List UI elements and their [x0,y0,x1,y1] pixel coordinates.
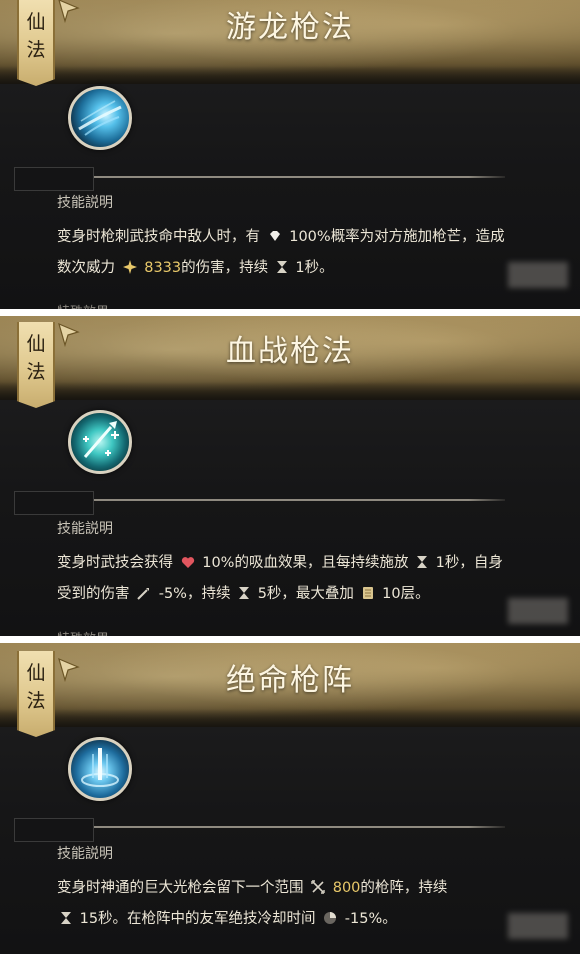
desc-text: 5秒，最大叠加 [257,586,354,602]
tag-char-2: 法 [26,361,46,383]
tag-char-1: 仙 [26,333,46,355]
desc-text: 15秒。在枪阵中的友军绝技冷却时间 [79,911,316,927]
hourglass-icon [61,912,71,924]
blurred-overlay [508,598,568,624]
damage-reduction-value: -5%，持续 [158,586,231,602]
tag-char-2: 法 [26,690,46,712]
desc-text: 变身时神通的巨大光枪会留下一个范围 [57,880,304,896]
skill-description: 变身时武技会获得 10%的吸血效果，且每持续施放 1秒，自身 受到的伤害 -5%… [57,548,547,610]
tag-char-1: 仙 [26,662,46,684]
skill-icon-swift-dragon[interactable] [68,86,132,150]
section-label: 技能説明 [57,846,113,862]
tag-char-2: 法 [26,39,46,61]
stack-icon [362,587,373,599]
heart-icon [181,557,194,568]
desc-line-1: 变身时武技会获得 10%的吸血效果，且每持续施放 1秒，自身 [57,548,547,579]
section-divider [50,826,505,828]
category-tag: 仙 法 [17,322,55,408]
cursor-arrow-icon [58,0,80,24]
range-icon [311,880,325,894]
desc-text: 变身时武技会获得 [57,555,173,571]
category-tag: 仙 法 [17,0,55,86]
section-label: 技能説明 [57,195,113,211]
next-section-label: 特殊效果 [57,628,109,636]
hourglass-icon [239,587,250,599]
chance-value: 100% [289,229,331,245]
desc-line-1: 变身时神通的巨大光枪会留下一个范围 800的枪阵，持续 [57,873,547,904]
cursor-arrow-icon [58,322,80,348]
skill-title: 绝命枪阵 [226,663,354,698]
duration-value: 1秒。 [295,260,334,276]
desc-text: 的吸血效果，且每持续施放 [234,555,409,571]
spear-strike-icon [78,100,122,136]
desc-text: 的枪阵，持续 [360,880,448,896]
category-tag: 仙 法 [17,651,55,737]
hourglass-icon [417,556,428,568]
interval-value: 1秒，自身 [435,555,503,571]
skill-panel-3: 绝命枪阵 仙 法 技能説明 变身时神通的巨大光枪会留下一个范围 800的枪阵，持… [0,643,580,954]
desc-text: 的伤害，持续 [181,260,269,276]
skill-title: 游龙枪法 [226,10,354,45]
spear-array-icon [81,748,119,787]
decorative-box [14,491,94,515]
section-divider [50,176,505,178]
cooldown-icon [324,912,337,924]
gem-icon [269,231,280,241]
desc-text: 变身时枪刺武技命中敌人时，有 [57,229,260,245]
power-value: 8333 [144,260,182,276]
panel-header: 血战枪法 [0,316,580,400]
desc-text: 概率为对方施加枪芒，造成 [330,229,505,245]
skill-panel-1: 游龙枪法 仙 法 技能説明 变身时枪刺武技命中敌人时，有 100%概率为对方施加… [0,0,580,309]
section-divider [50,499,505,501]
blurred-overlay [508,262,568,288]
tag-char-1: 仙 [26,11,46,33]
skill-icon-blood-battle[interactable] [68,410,132,474]
cooldown-value: -15%。 [344,911,397,927]
desc-text: 受到的伤害 [57,586,130,602]
section-label: 技能説明 [57,521,113,537]
range-value: 800 [332,880,361,896]
desc-line-2: 受到的伤害 -5%，持续 5秒，最大叠加 10层。 [57,579,547,610]
skill-title: 血战枪法 [226,334,354,369]
skill-description: 变身时枪刺武技命中敌人时，有 100%概率为对方施加枪芒，造成 数次威力 833… [57,222,547,284]
panel-header: 绝命枪阵 [0,643,580,727]
skill-icon-deadly-spear-array[interactable] [68,737,132,801]
sword-icon [137,588,150,600]
skill-description: 变身时神通的巨大光枪会留下一个范围 800的枪阵，持续 15秒。在枪阵中的友军绝… [57,873,547,935]
lifesteal-value: 10% [202,555,235,571]
spear-heal-icon [83,421,119,458]
skill-panel-2: 血战枪法 仙 法 技能説明 变身时武技会获得 10%的吸血效果，且每持续施放 1… [0,316,580,636]
desc-line-2: 15秒。在枪阵中的友军绝技冷却时间 -15%。 [57,904,547,935]
desc-line-2: 数次威力 8333的伤害，持续 1秒。 [57,253,547,284]
decorative-box [14,167,94,191]
panel-header: 游龙枪法 [0,0,580,84]
blurred-overlay [508,913,568,939]
max-stack-value: 10层。 [382,586,430,602]
power-icon [122,260,137,274]
cursor-arrow-icon [58,657,80,683]
decorative-box [14,818,94,842]
desc-text: 数次威力 [57,260,115,276]
hourglass-icon [276,261,287,273]
desc-line-1: 变身时枪刺武技命中敌人时，有 100%概率为对方施加枪芒，造成 [57,222,547,253]
next-section-label: 特殊效果 [57,301,109,309]
